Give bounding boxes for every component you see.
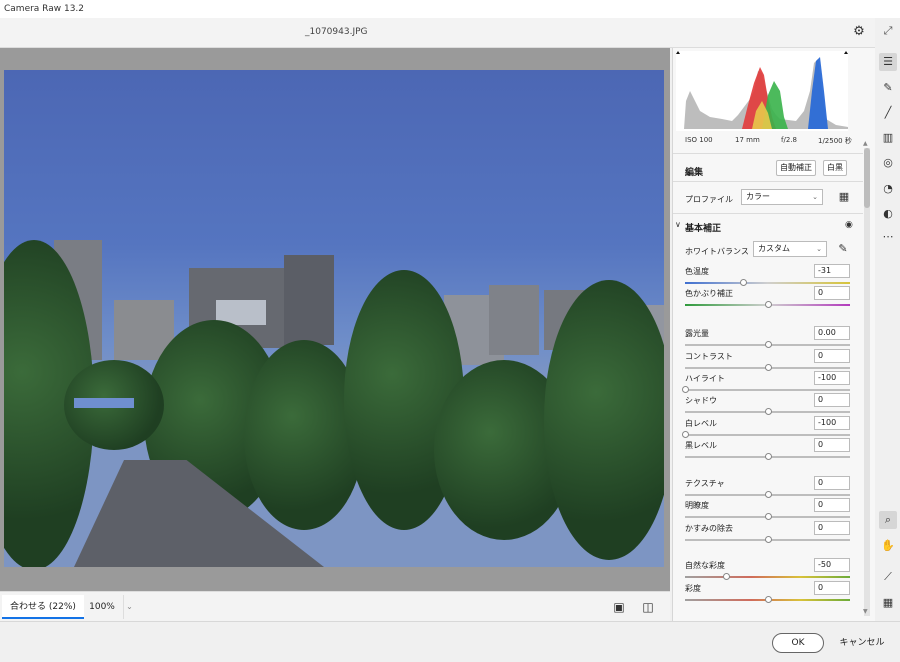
healing-brush-icon[interactable]: ✎ — [879, 79, 897, 97]
bw-button[interactable]: 白黒 — [823, 160, 847, 176]
slider-label: 明瞭度 — [685, 501, 709, 510]
slider-label: ハイライト — [685, 374, 725, 383]
expand-icon[interactable]: ⤢ — [880, 24, 896, 40]
file-name: _1070943.JPG — [305, 27, 368, 37]
profile-browser-icon[interactable]: ▦ — [837, 190, 851, 204]
basic-section-title[interactable]: 基本補正 — [685, 221, 721, 234]
slider-thumb[interactable] — [764, 513, 772, 520]
slider-label: 白レベル — [685, 419, 717, 428]
slider-thumb[interactable] — [739, 279, 747, 286]
eyedropper-icon[interactable]: ✎ — [836, 242, 850, 256]
red-eye-icon[interactable]: ◔ — [879, 180, 897, 198]
slider-thumb[interactable] — [723, 573, 731, 580]
slider-thumb[interactable] — [764, 301, 772, 308]
scroll-up-icon[interactable]: ▲ — [863, 140, 868, 147]
adjustment-brush-icon[interactable]: ╱ — [879, 104, 897, 122]
slider-value-field[interactable]: -31 — [814, 264, 850, 278]
zoom-fit-button[interactable]: 合わせる (22%) — [2, 595, 84, 619]
slider-thumb[interactable] — [764, 408, 772, 415]
tool-strip: ☰ ✎ ╱ ▥ ◎ ◔ ◐ ⋯ ⌕ ✋ ⟋ ▦ — [875, 48, 900, 621]
slider-thumb[interactable] — [764, 536, 772, 543]
edit-panel: ISO 100 17 mm f/2.8 1/2500 秒 編集 自動補正 白黒 … — [672, 48, 875, 621]
before-after-icon[interactable]: ▣ — [612, 600, 626, 614]
slider-thumb[interactable] — [682, 386, 689, 393]
white-balance-label: ホワイトバランス — [685, 247, 749, 256]
eye-icon[interactable]: ◉ — [845, 220, 853, 230]
slider-label: 露光量 — [685, 329, 709, 338]
slider-track[interactable] — [685, 434, 850, 436]
slider-track[interactable] — [685, 282, 850, 284]
slider-row: 彩度 0 — [685, 581, 850, 613]
slider-value-field[interactable]: -50 — [814, 558, 850, 572]
image-canvas[interactable] — [0, 48, 670, 591]
zoom-dropdown-icon[interactable]: ⌄ — [123, 595, 135, 619]
slider-value-field[interactable]: -100 — [814, 371, 850, 385]
slider-label: 黒レベル — [685, 441, 717, 450]
profile-select[interactable]: カラー ⌄ — [741, 189, 823, 205]
slider-label: シャドウ — [685, 396, 717, 405]
edit-sliders-icon[interactable]: ☰ — [879, 53, 897, 71]
slider-thumb[interactable] — [682, 431, 689, 438]
shutter-speed: 1/2500 秒 — [818, 137, 852, 145]
slider-row: 色かぶり補正 0 — [685, 286, 850, 318]
slider-track[interactable] — [685, 576, 850, 578]
white-balance-select[interactable]: カスタム ⌄ — [753, 241, 827, 257]
color-sampler-icon[interactable]: ⟋ — [879, 568, 897, 586]
top-bar: _1070943.JPG ⚙ — [0, 18, 875, 48]
slider-track[interactable] — [685, 389, 850, 391]
slider-label: 自然な彩度 — [685, 561, 725, 570]
edit-title: 編集 — [685, 168, 704, 178]
slider-label: テクスチャ — [685, 479, 725, 488]
slider-value-field[interactable]: 0 — [814, 581, 850, 595]
profile-label: プロファイル — [685, 195, 733, 204]
ok-button[interactable]: OK — [772, 633, 824, 653]
dialog-footer: OK キャンセル — [0, 621, 900, 662]
chevron-down-icon[interactable]: ∨ — [675, 220, 685, 229]
slider-row: かすみの除去 0 — [685, 521, 850, 553]
graduated-filter-icon[interactable]: ▥ — [879, 129, 897, 147]
slider-label: 色かぶり補正 — [685, 289, 733, 298]
iso-value: ISO 100 — [685, 136, 713, 144]
slider-value-field[interactable]: 0 — [814, 476, 850, 490]
slider-thumb[interactable] — [764, 596, 772, 603]
slider-thumb[interactable] — [764, 341, 772, 348]
scroll-down-icon[interactable]: ▼ — [863, 608, 868, 615]
bottom-bar: 合わせる (22%) 100% ⌄ ▣ ◫ — [0, 591, 670, 621]
histogram — [676, 51, 848, 131]
slider-thumb[interactable] — [764, 453, 772, 460]
grid-icon[interactable]: ▦ — [879, 594, 897, 612]
panel-scrollbar[interactable] — [864, 148, 870, 616]
slider-value-field[interactable]: 0 — [814, 521, 850, 535]
photo-preview — [4, 70, 664, 567]
more-options-icon[interactable]: ⋯ — [879, 228, 897, 246]
slider-value-field[interactable]: 0 — [814, 286, 850, 300]
slider-value-field[interactable]: 0.00 — [814, 326, 850, 340]
photo-metadata: ISO 100 17 mm f/2.8 1/2500 秒 — [673, 136, 863, 150]
slider-label: コントラスト — [685, 352, 733, 361]
compare-view-icon[interactable]: ◫ — [641, 600, 655, 614]
slider-label: かすみの除去 — [685, 524, 733, 533]
zoom-icon[interactable]: ⌕ — [879, 511, 897, 529]
focal-length: 17 mm — [735, 136, 760, 144]
cancel-button[interactable]: キャンセル — [838, 633, 886, 653]
slider-value-field[interactable]: 0 — [814, 438, 850, 452]
radial-filter-icon[interactable]: ◎ — [879, 154, 897, 172]
slider-row: 黒レベル 0 — [685, 438, 850, 470]
slider-value-field[interactable]: 0 — [814, 393, 850, 407]
auto-button[interactable]: 自動補正 — [776, 160, 816, 176]
slider-label: 色温度 — [685, 267, 709, 276]
hand-icon[interactable]: ✋ — [879, 537, 897, 555]
presets-icon[interactable]: ◐ — [879, 205, 897, 223]
window-title: Camera Raw 13.2 — [0, 0, 900, 18]
slider-thumb[interactable] — [764, 364, 772, 371]
slider-label: 彩度 — [685, 584, 701, 593]
slider-value-field[interactable]: 0 — [814, 349, 850, 363]
slider-thumb[interactable] — [764, 491, 772, 498]
zoom-100-button[interactable]: 100% — [82, 595, 122, 619]
aperture: f/2.8 — [781, 136, 797, 144]
gear-icon[interactable]: ⚙ — [852, 25, 866, 39]
slider-value-field[interactable]: -100 — [814, 416, 850, 430]
slider-value-field[interactable]: 0 — [814, 498, 850, 512]
